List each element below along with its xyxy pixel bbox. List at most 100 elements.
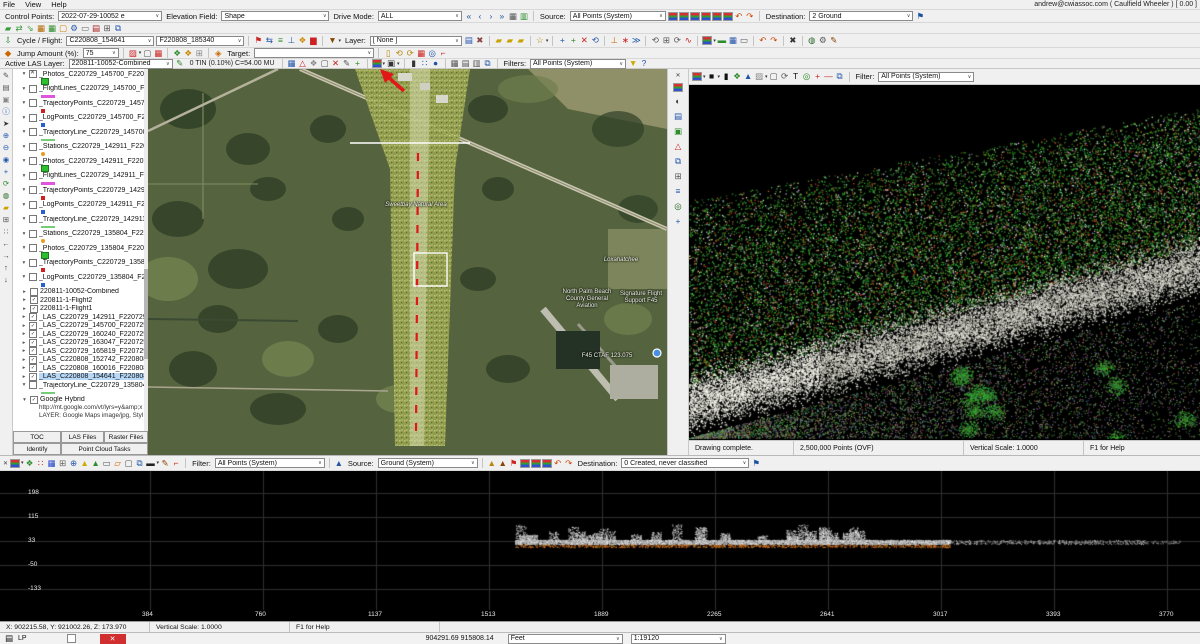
collapse-arrow-icon[interactable]: ▾ (21, 260, 27, 266)
tab-toc[interactable]: TOC (13, 431, 61, 443)
collapse-arrow-icon[interactable]: ▾ (21, 274, 27, 280)
table2-icon[interactable]: ▦ (728, 35, 738, 46)
box-3d-icon[interactable]: ▣ (673, 126, 683, 137)
tree-item[interactable]: ▾_TrajectoryLine_C220729_145700_F220 (13, 128, 147, 137)
pen2-icon[interactable]: ✎ (342, 58, 352, 69)
profile-filter-combo[interactable]: All Points (System)∨ (215, 458, 325, 468)
tree-item-checkbox[interactable] (29, 259, 37, 267)
terrain-blue-icon[interactable]: ▲ (743, 71, 753, 82)
pan-left-icon[interactable]: ← (1, 239, 11, 248)
tree-item[interactable]: ▾_Stations_C220729_135804_F220729_1 (13, 230, 147, 239)
active-las-combo[interactable]: 220811-10052-Combined∨ (69, 59, 173, 69)
dropdown-caret-icon[interactable]: ▾ (157, 460, 160, 466)
tree-item[interactable]: ▸✓_LAS_C220808_160016_F220808_1610 (13, 364, 147, 373)
layout-icon[interactable]: ⊞ (102, 23, 112, 34)
map-window-icon[interactable]: ▢ (58, 23, 68, 34)
tree-item-checkbox[interactable]: ✓ (29, 347, 37, 355)
dots-icon[interactable]: ∷ (1, 227, 11, 236)
corner-icon[interactable]: ⌐ (438, 48, 448, 59)
paint-red-icon[interactable]: ▨ (128, 48, 138, 59)
pan-up-icon[interactable]: ↑ (1, 263, 11, 272)
grid-blue-icon[interactable]: ▦ (287, 58, 297, 69)
attribute-table-icon[interactable]: ▦ (508, 11, 518, 22)
tree-item-checkbox[interactable] (29, 186, 37, 194)
collapse-arrow-icon[interactable]: ▾ (21, 144, 27, 150)
tree-item-checkbox[interactable] (29, 85, 37, 93)
class-up-icon[interactable]: ▲ (487, 458, 497, 469)
copy-3d-icon[interactable]: ⧉ (673, 156, 683, 167)
elev-min-icon[interactable]: ▲ (80, 458, 90, 469)
elev-max-icon[interactable]: ▲ (91, 458, 101, 469)
view3d-filter-combo[interactable]: All Points (System)∨ (878, 72, 974, 82)
measure-icon[interactable]: + (353, 58, 363, 69)
tab-las-files[interactable]: LAS Files (61, 431, 104, 443)
delete-selection-icon[interactable]: ✖ (788, 35, 798, 46)
hatch-caret-icon[interactable]: ▨ (754, 71, 764, 82)
dot-blue-icon[interactable]: ● (431, 58, 441, 69)
map-scale-combo[interactable]: 1:19120∨ (631, 634, 726, 644)
vertex-add-icon[interactable]: + (568, 35, 578, 46)
step-forward-icon[interactable]: ≫ (631, 35, 641, 46)
tree-item-checkbox[interactable] (29, 215, 37, 223)
collapse-arrow-icon[interactable]: ▾ (21, 245, 27, 251)
cycle-combo[interactable]: C220808_154641∨ (66, 36, 154, 46)
tree-item-checkbox[interactable] (29, 244, 37, 252)
expand-arrow-icon[interactable]: ▸ (21, 323, 27, 329)
expand-arrow-icon[interactable]: ▸ (21, 289, 28, 295)
profile-view[interactable]: 19811533-50-133 384760113715131889226526… (0, 471, 1200, 621)
download-profile-icon[interactable]: ⇩ (3, 35, 13, 46)
tree-item-checkbox[interactable] (29, 157, 37, 165)
open-file-icon[interactable]: ▰ (3, 23, 13, 34)
flag-blue-icon[interactable]: ⚑ (751, 458, 761, 469)
dropdown-caret-icon[interactable]: ▾ (765, 74, 768, 80)
tree-item[interactable]: ▾✓Google Hybrid (13, 396, 147, 405)
asterisk-icon[interactable]: ∗ (620, 35, 630, 46)
symbology-paint-icon[interactable]: ▼ (327, 35, 337, 46)
collapse-arrow-icon[interactable]: ▾ (21, 86, 27, 92)
dropdown-caret-icon[interactable]: ▾ (139, 50, 142, 56)
tree-item-checkbox[interactable] (30, 288, 38, 296)
tree-item-checkbox[interactable] (29, 201, 37, 209)
tree-item[interactable]: ▾_LogPoints_C220729_135804_F220729_ (13, 273, 147, 282)
tree-item[interactable]: ▸✓_LAS_C220729_142911_F220729_1433 (13, 313, 147, 322)
tree-item-checkbox[interactable] (29, 273, 37, 281)
grid8-icon[interactable]: ▥ (472, 58, 482, 69)
antenna-icon[interactable]: ⊥ (286, 35, 296, 46)
background-color-icon[interactable]: ■ (707, 71, 717, 82)
select-lasso-icon[interactable]: ▢ (124, 458, 134, 469)
classify-visible-chip-icon[interactable] (531, 459, 541, 468)
points-icon[interactable]: ∷ (420, 58, 430, 69)
vertex-delete-icon[interactable]: ✕ (579, 35, 589, 46)
pan-right-icon[interactable]: → (1, 251, 11, 260)
destination-combo[interactable]: 2 Ground∨ (809, 11, 913, 21)
section-line-icon[interactable]: — (824, 71, 834, 82)
rect-select-icon[interactable]: ▢ (142, 48, 152, 59)
tree-item[interactable]: ▾_TrajectoryPoints_C220729_142911_F22 (13, 186, 147, 195)
feature-rotate-icon[interactable]: ⟲ (590, 35, 600, 46)
tree-item[interactable]: ▾_Photos_C220729_135804_F220729_14 (13, 244, 147, 253)
profile-source-combo[interactable]: Ground (System)∨ (378, 458, 478, 468)
flatten-red-icon[interactable]: ⌐ (171, 458, 181, 469)
prev-record-icon[interactable]: ‹ (475, 11, 485, 22)
tab-point-cloud-tasks[interactable]: Point Cloud Tasks (61, 443, 148, 455)
last-record-icon[interactable]: » (497, 11, 507, 22)
globe-icon[interactable]: ◍ (807, 35, 817, 46)
class-colors-icon[interactable]: ❖ (732, 71, 742, 82)
classify-tool-icon[interactable] (702, 36, 712, 45)
tree-item[interactable]: ▸220811-10052-Combined (13, 288, 147, 297)
zoom-out-icon[interactable]: ⊖ (1, 143, 11, 152)
tree-item-checkbox[interactable] (29, 381, 37, 389)
classify-inside-icon[interactable] (701, 12, 711, 21)
edit-pen-icon[interactable]: ✎ (175, 58, 185, 69)
next-record-icon[interactable]: › (486, 11, 496, 22)
collapse-arrow-icon[interactable]: ▾ (21, 71, 27, 77)
first-record-icon[interactable]: « (464, 11, 474, 22)
dropdown-caret-icon[interactable]: ▾ (397, 61, 400, 67)
tree-item[interactable]: ▸✓_LAS_C220808_154641_F220808_1853 (13, 373, 147, 382)
terrain-source-icon[interactable]: ▲ (334, 458, 344, 469)
collapse-arrow-icon[interactable]: ▾ (21, 397, 28, 403)
expand-arrow-icon[interactable]: ▸ (21, 348, 27, 354)
grid-small-icon[interactable]: ▤ (4, 633, 14, 644)
close-panel-icon[interactable]: ✕ (30, 69, 35, 76)
tin-icon[interactable]: △ (298, 58, 308, 69)
